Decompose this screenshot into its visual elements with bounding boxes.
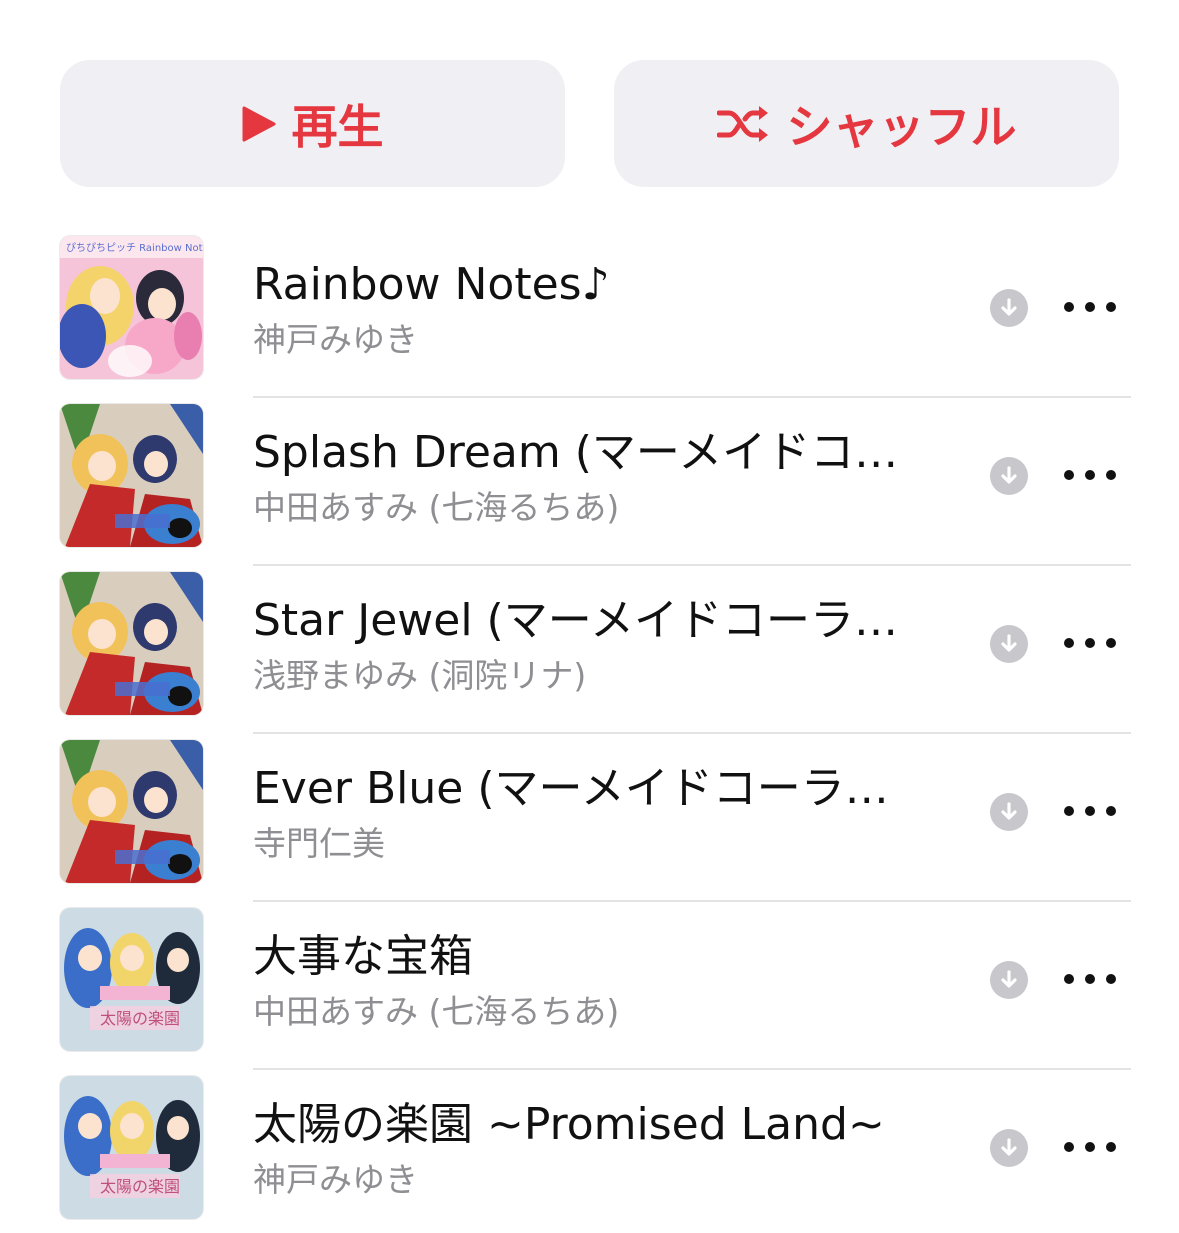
track-artist: 浅野まゆみ (洞院リナ) <box>253 656 587 695</box>
more-icon <box>1064 1142 1074 1152</box>
download-icon <box>1001 802 1017 820</box>
svg-text:太陽の楽園: 太陽の楽園 <box>100 1177 180 1196</box>
more-button[interactable] <box>1064 458 1116 492</box>
download-button[interactable] <box>990 625 1028 663</box>
more-icon <box>1064 638 1074 648</box>
track-title: Ever Blue (マーメイドコーラ… <box>253 763 889 814</box>
more-button[interactable] <box>1064 626 1116 660</box>
download-button[interactable] <box>990 289 1028 327</box>
more-button[interactable] <box>1064 1130 1116 1164</box>
download-button[interactable] <box>990 1129 1028 1167</box>
download-icon <box>1001 1138 1017 1156</box>
download-icon <box>1001 970 1017 988</box>
track-artist: 中田あすみ (七海るちあ) <box>253 992 620 1031</box>
track-row[interactable]: ぴちぴちピッチ Rainbow Notes♪ Rainbow Notes♪ 神戸… <box>0 230 1179 398</box>
more-icon <box>1064 806 1074 816</box>
download-button[interactable] <box>990 793 1028 831</box>
track-artist: 中田あすみ (七海るちあ) <box>253 488 620 527</box>
album-art: 太陽の楽園 <box>60 1076 203 1219</box>
download-icon <box>1001 466 1017 484</box>
track-row[interactable]: 太陽の楽園 大事な宝箱 中田あすみ (七海るちあ) <box>0 902 1179 1070</box>
track-row[interactable]: Star Jewel (マーメイドコーラ… 浅野まゆみ (洞院リナ) <box>0 566 1179 734</box>
album-art <box>60 740 203 883</box>
track-title: Rainbow Notes♪ <box>253 259 610 310</box>
track-title: 太陽の楽園 ~Promised Land~ <box>253 1099 885 1150</box>
track-artist: 神戸みゆき <box>253 1160 418 1199</box>
more-icon <box>1064 302 1074 312</box>
track-artist: 寺門仁美 <box>253 824 385 863</box>
download-icon <box>1001 634 1017 652</box>
album-art <box>60 572 203 715</box>
track-row[interactable]: Ever Blue (マーメイドコーラ… 寺門仁美 <box>0 734 1179 902</box>
album-art: ぴちぴちピッチ Rainbow Notes♪ <box>60 236 203 379</box>
svg-text:太陽の楽園: 太陽の楽園 <box>100 1009 180 1028</box>
download-icon <box>1001 298 1017 316</box>
more-button[interactable] <box>1064 962 1116 996</box>
track-title: Splash Dream (マーメイドコ… <box>253 427 899 478</box>
play-label: 再生 <box>291 99 384 154</box>
album-art: 太陽の楽園 <box>60 908 203 1051</box>
shuffle-button[interactable]: シャッフル <box>614 60 1119 187</box>
shuffle-icon <box>716 104 771 144</box>
song-list-screen: 再生 シャッフル ぴちぴちピッチ Rainbow Not Rainbow Not… <box>0 0 1179 1233</box>
more-button[interactable] <box>1064 290 1116 324</box>
track-row[interactable]: Splash Dream (マーメイドコ… 中田あすみ (七海るちあ) <box>0 398 1179 566</box>
play-button[interactable]: 再生 <box>60 60 565 187</box>
more-icon <box>1064 974 1074 984</box>
svg-text:ぴちぴちピッチ Rainbow Notes♪: ぴちぴちピッチ Rainbow Notes♪ <box>66 242 203 254</box>
more-button[interactable] <box>1064 794 1116 828</box>
download-button[interactable] <box>990 961 1028 999</box>
track-row[interactable]: 太陽の楽園 太陽の楽園 ~Promised Land~ 神戸みゆき <box>0 1070 1179 1233</box>
track-artist: 神戸みゆき <box>253 320 418 359</box>
download-button[interactable] <box>990 457 1028 495</box>
more-icon <box>1064 470 1074 480</box>
play-icon <box>242 106 276 142</box>
shuffle-label: シャッフル <box>786 99 1017 154</box>
track-list: ぴちぴちピッチ Rainbow Notes♪ Rainbow Notes♪ 神戸… <box>0 230 1179 1233</box>
track-title: Star Jewel (マーメイドコーラ… <box>253 595 898 646</box>
playback-actions: 再生 シャッフル <box>60 60 1119 188</box>
track-title: 大事な宝箱 <box>253 931 473 982</box>
album-art <box>60 404 203 547</box>
